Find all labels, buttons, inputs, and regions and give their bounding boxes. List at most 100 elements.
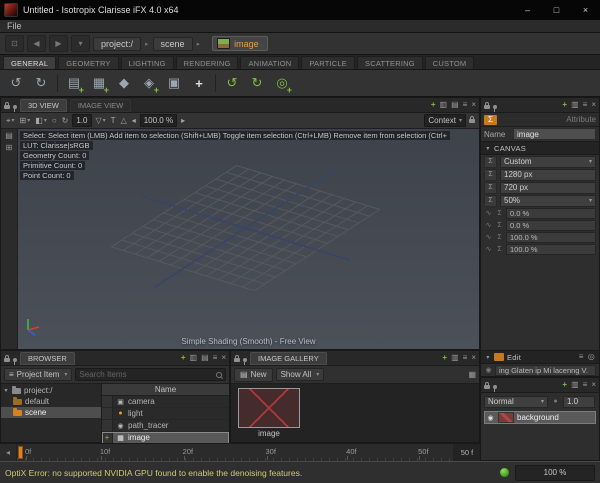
tab-browser[interactable]: BROWSER — [20, 352, 75, 365]
sigma-icon[interactable]: Σ — [484, 195, 497, 207]
panel-menu-icon[interactable]: ≡ — [463, 354, 468, 362]
panel-split-icon[interactable]: ▥ — [571, 101, 579, 109]
zoom-in-button[interactable]: ▸ — [180, 116, 186, 125]
panel-add-icon[interactable]: + — [181, 354, 186, 362]
gallery-filter-dropdown[interactable]: Show All ▾ — [276, 368, 325, 381]
timeline-ruler[interactable]: 0f 10f 20f 30f 40f 50f — [17, 444, 453, 461]
panel-add-icon[interactable]: + — [442, 354, 447, 362]
panel-close-icon[interactable]: × — [471, 354, 476, 362]
sigma-icon[interactable]: Σ — [495, 222, 504, 229]
curve-icon[interactable]: ∿ — [484, 221, 493, 229]
redo-button[interactable]: ↻ — [30, 72, 52, 94]
sigma-icon[interactable]: Σ — [495, 210, 504, 217]
panel-lock-icon[interactable] — [4, 96, 10, 114]
edit-menu-icon[interactable]: ≡ — [579, 353, 584, 361]
tree-item-project[interactable]: ▾ project:/ — [1, 385, 101, 396]
percent-field[interactable]: 0.0 % — [506, 208, 596, 219]
viewport-canvas[interactable]: Select: Select item (LMB) Add item to se… — [18, 129, 479, 349]
panel-menu-icon[interactable]: ≡ — [213, 354, 218, 362]
edit-explore-icon[interactable]: ◎ — [588, 353, 595, 361]
create-combiner-button[interactable]: ◈+ — [138, 72, 160, 94]
gutter-grid-icon[interactable]: ⊞ — [6, 144, 13, 152]
panel-menu-icon[interactable]: ≡ — [583, 381, 588, 389]
tab-rendering[interactable]: RENDERING — [176, 56, 239, 69]
tab-image-gallery[interactable]: IMAGE GALLERY — [250, 352, 327, 365]
tab-particle[interactable]: PARTICLE — [301, 56, 355, 69]
list-header-name[interactable]: Name — [102, 384, 229, 396]
list-item-light[interactable]: ● light — [102, 408, 229, 420]
nav-dropdown-icon[interactable]: ▾ — [71, 35, 90, 52]
view-camera-dropdown[interactable]: ⌖▾ — [5, 116, 16, 126]
tree-expand-icon[interactable]: ▾ — [3, 387, 9, 394]
curve-icon[interactable]: ∿ — [484, 245, 493, 253]
curve-icon[interactable]: ∿ — [484, 209, 493, 217]
panel-add-icon[interactable]: + — [562, 101, 567, 109]
lighting-toggle[interactable]: ○ — [51, 116, 58, 125]
render-image-button[interactable]: ↻ — [246, 72, 268, 94]
canvas-section-header[interactable]: ▾ CANVAS — [481, 141, 599, 155]
sigma-icon[interactable]: Σ — [495, 246, 504, 253]
context-dropdown[interactable]: Context▾ — [424, 114, 466, 127]
timeline[interactable]: ◂ 0f 10f 20f 30f 40f 50f 50 f — [0, 443, 480, 461]
panel-split-icon[interactable]: ▥ — [451, 354, 459, 362]
row-expand-icon[interactable]: + — [102, 432, 113, 443]
context-lock-icon[interactable] — [469, 116, 475, 125]
gallery-item-image[interactable]: image — [237, 388, 301, 438]
edit-entry-row[interactable]: ◉ ing Glaten ip Mi lacenng V. — [481, 364, 599, 376]
panel-close-icon[interactable]: × — [221, 354, 226, 362]
tree-item-default[interactable]: default — [1, 396, 101, 407]
height-field[interactable]: 720 px — [500, 182, 596, 194]
rotate-view-button[interactable]: ↻ — [61, 116, 70, 125]
range-end-field[interactable]: 50 f — [453, 444, 480, 461]
tab-animation[interactable]: ANIMATION — [240, 56, 299, 69]
panel-close-icon[interactable]: × — [591, 381, 596, 389]
image-thumbnail[interactable] — [238, 388, 300, 428]
name-input[interactable] — [513, 128, 596, 140]
eye-icon[interactable]: ◉ — [486, 414, 495, 422]
sigma-icon[interactable]: Σ — [484, 169, 497, 181]
range-start-icon[interactable]: ◂ — [0, 444, 17, 461]
tab-image-view[interactable]: IMAGE VIEW — [70, 99, 131, 112]
tab-geometry[interactable]: GEOMETRY — [58, 56, 118, 69]
opacity-field[interactable]: 1.0 — [563, 396, 595, 408]
gamma-field[interactable]: 1.0 — [72, 114, 91, 127]
maximize-button[interactable]: □ — [542, 0, 571, 20]
link-dot-icon[interactable]: ● — [551, 398, 560, 405]
menu-file[interactable]: File — [7, 21, 22, 31]
tree-item-scene[interactable]: scene — [1, 407, 101, 418]
tab-general[interactable]: GENERAL — [3, 56, 56, 69]
panel-pin-icon[interactable] — [13, 349, 17, 367]
scale-dropdown[interactable]: 50% ▾ — [500, 195, 596, 207]
render-scene-button[interactable]: ↺ — [221, 72, 243, 94]
tab-3d-view[interactable]: 3D VIEW — [20, 99, 67, 112]
eye-icon[interactable]: ◉ — [484, 366, 493, 374]
percent-field[interactable]: 0.0 % — [506, 220, 596, 231]
panel-split-icon[interactable]: ▥ — [190, 354, 198, 362]
sigma-icon[interactable]: Σ — [484, 182, 497, 194]
history-back-button[interactable]: ◀ — [27, 35, 46, 52]
panel-layout-icon[interactable]: ▤ — [451, 101, 459, 109]
panel-add-icon[interactable]: + — [431, 101, 436, 109]
gutter-rows-icon[interactable]: ▤ — [5, 132, 13, 140]
list-item-camera[interactable]: ▣ camera — [102, 396, 229, 408]
playhead-handle[interactable] — [18, 446, 23, 459]
panel-pin-icon[interactable] — [493, 96, 497, 114]
edit-section-header[interactable]: ▾ Edit ≡ ◎ — [481, 350, 599, 364]
panel-split-icon[interactable]: ▥ — [571, 381, 579, 389]
geometry-button[interactable]: ◆ — [113, 72, 135, 94]
history-forward-button[interactable]: ▶ — [49, 35, 68, 52]
zoom-level-field[interactable]: 100.0 % — [140, 114, 177, 127]
breadcrumb-scene[interactable]: scene — [153, 37, 193, 51]
panel-lock-icon[interactable] — [234, 349, 240, 367]
attribute-tab-label[interactable]: Attribute — [566, 115, 596, 124]
percent-field[interactable]: 100.0 % — [506, 232, 596, 243]
browser-filter-dropdown[interactable]: ≡ Project Item ▾ — [4, 368, 72, 381]
panel-pin-icon[interactable] — [493, 376, 497, 394]
panel-lock-icon[interactable] — [4, 349, 10, 367]
panel-split-icon[interactable]: ▥ — [440, 101, 448, 109]
breadcrumb-project[interactable]: project:/ — [93, 37, 141, 51]
text-overlay-toggle[interactable]: T — [110, 116, 117, 125]
tab-custom[interactable]: CUSTOM — [425, 56, 475, 69]
transform-button[interactable]: + — [188, 72, 210, 94]
curve-icon[interactable]: ∿ — [484, 233, 493, 241]
